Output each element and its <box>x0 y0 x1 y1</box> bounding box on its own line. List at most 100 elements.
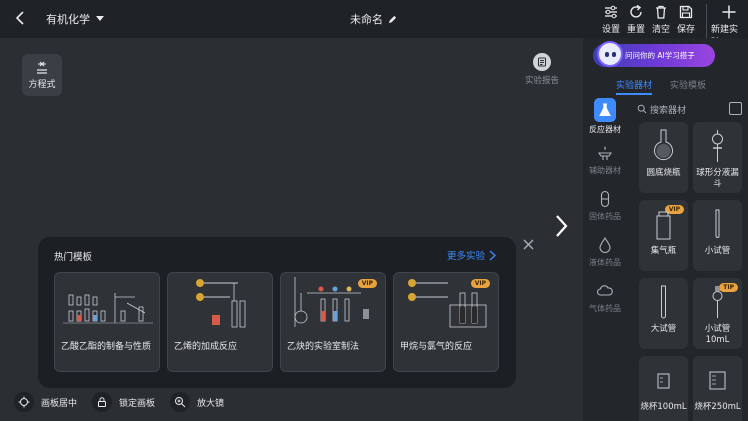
item-name: 圆底烧瓶 <box>646 168 681 178</box>
item-name: 大试管 <box>650 324 677 334</box>
chevron-right-small-icon <box>489 249 496 261</box>
template-card-ethyl-acetate[interactable]: 乙酸乙酯的制备与性质 <box>54 272 160 372</box>
item-small-test-tube[interactable]: 小试管 <box>693 200 742 271</box>
template-card-label: 甲烷与氯气的反应 <box>400 342 473 352</box>
refresh-icon <box>630 4 642 18</box>
experiment-title[interactable]: 未命名 <box>350 11 397 27</box>
equation-icon <box>37 61 47 74</box>
category-label: 固体药品 <box>589 212 621 221</box>
more-experiments-label: 更多实验 <box>446 251 485 262</box>
category-label: 液体药品 <box>589 258 621 267</box>
tab-equipment[interactable]: 实验器材 <box>616 78 653 95</box>
settings-label: 设置 <box>601 25 620 35</box>
plus-icon <box>722 5 735 19</box>
lock-canvas-button[interactable]: 锁定画板 <box>92 392 155 412</box>
item-large-test-tube[interactable]: 大试管 <box>639 278 688 349</box>
capsule-icon <box>600 190 610 208</box>
experiment-report-button[interactable]: 实验报告 <box>522 53 562 86</box>
item-name: 小试管 <box>704 246 731 256</box>
clear-button[interactable]: 清空 <box>650 4 672 35</box>
ai-assistant-banner[interactable]: 问问你的 AI学习搭子 <box>593 41 715 67</box>
flask-icon <box>594 98 616 122</box>
ai-banner-label: 问问你的 AI学习搭子 <box>625 51 695 60</box>
item-name: 集气瓶 <box>650 246 677 256</box>
lock-icon <box>92 392 112 412</box>
save-label: 保存 <box>676 25 695 35</box>
equipment-search[interactable]: 搜索器材 <box>637 101 729 117</box>
equation-label: 方程式 <box>28 79 56 90</box>
magnifier-button[interactable]: 放大镜 <box>170 392 224 412</box>
hot-templates-heading: 热门模板 <box>54 252 93 263</box>
subject-label: 有机化学 <box>46 13 90 26</box>
keyboard-icon[interactable] <box>729 102 742 115</box>
test-tube-icon <box>715 209 720 238</box>
caret-down-icon <box>96 16 104 21</box>
reset-button[interactable]: 重置 <box>625 4 647 35</box>
drop-icon <box>599 236 611 253</box>
save-icon <box>679 5 693 19</box>
item-name: 烧杯250mL <box>694 402 741 412</box>
template-card-label: 乙烯的加成反应 <box>174 342 238 352</box>
category-solid-reagents[interactable]: 固体药品 <box>583 190 627 222</box>
template-card-acetylene[interactable]: VIP 乙炔的实验室制法 <box>280 272 386 372</box>
item-gas-jar[interactable]: VIP 集气瓶 <box>639 200 688 271</box>
subject-selector[interactable]: 有机化学 <box>46 11 104 27</box>
title-label: 未命名 <box>350 13 383 26</box>
magnifier-label: 放大镜 <box>197 398 225 409</box>
close-icon[interactable] <box>522 238 535 251</box>
trash-icon <box>656 5 666 19</box>
equation-button[interactable]: 方程式 <box>22 54 62 96</box>
apparatus-thumbnail <box>63 293 153 324</box>
category-auxiliary-equipment[interactable]: 辅助器材 <box>583 144 627 176</box>
crosshair-icon <box>14 392 34 412</box>
beaker-icon <box>657 373 670 389</box>
tab-templates[interactable]: 实验模板 <box>670 78 706 91</box>
robot-icon <box>597 41 623 67</box>
reset-label: 重置 <box>626 25 645 35</box>
pencil-icon[interactable] <box>388 15 397 24</box>
separatory-funnel-icon <box>712 130 723 162</box>
lock-canvas-label: 锁定画板 <box>119 398 156 409</box>
top-bar: 有机化学 未命名 设置 重置 清空 保存 新建实验 <box>0 0 748 48</box>
search-icon <box>637 104 647 114</box>
beaker-icon <box>709 371 726 390</box>
apparatus-thumbnail <box>294 277 369 327</box>
center-canvas-button[interactable]: 画板居中 <box>14 392 77 412</box>
test-tube-icon <box>661 285 666 319</box>
more-experiments-link[interactable]: 更多实验 <box>447 248 496 262</box>
category-gas-reagents[interactable]: 气体药品 <box>583 282 627 314</box>
category-reaction-equipment[interactable]: 反应器材 <box>583 98 627 135</box>
apparatus-thumbnail <box>196 279 246 328</box>
cloud-icon <box>597 285 613 296</box>
round-flask-icon <box>654 129 673 161</box>
category-label: 辅助器材 <box>589 166 621 175</box>
item-name: 球形分液漏斗 <box>696 168 739 189</box>
apparatus-thumbnail <box>408 279 487 328</box>
equipment-panel: 问问你的 AI学习搭子 实验器材 实验模板 反应器材 辅助器材 固体药品 液体药… <box>583 38 748 421</box>
template-card-ethylene[interactable]: 乙烯的加成反应 <box>167 272 273 372</box>
category-liquid-reagents[interactable]: 液体药品 <box>583 236 627 268</box>
item-beaker-250ml[interactable]: 烧杯250mL <box>693 356 742 421</box>
sliders-icon <box>605 5 617 19</box>
item-small-test-tube-10ml[interactable]: TIP 小试管10mL <box>693 278 742 349</box>
chevron-right-icon[interactable] <box>553 213 571 239</box>
item-round-bottom-flask[interactable]: 圆底烧瓶 <box>639 122 688 193</box>
stoppered-tube-icon <box>712 286 723 318</box>
item-beaker-100ml[interactable]: 烧杯100mL <box>639 356 688 421</box>
template-card-label: 乙炔的实验室制法 <box>287 342 360 352</box>
settings-button[interactable]: 设置 <box>600 4 622 35</box>
item-name: 烧杯100mL <box>640 402 687 412</box>
center-canvas-label: 画板居中 <box>41 398 78 409</box>
template-card-label: 乙酸乙酯的制备与性质 <box>61 342 152 352</box>
save-button[interactable]: 保存 <box>675 4 697 35</box>
zoom-in-icon <box>170 392 190 412</box>
item-name: 小试管10mL <box>704 324 731 345</box>
template-card-methane-chlorine[interactable]: VIP 甲烷与氯气的反应 <box>393 272 499 372</box>
item-separatory-funnel[interactable]: 球形分液漏斗 <box>693 122 742 193</box>
gas-jar-icon <box>656 211 671 240</box>
clear-label: 清空 <box>651 25 670 35</box>
report-label: 实验报告 <box>524 76 559 86</box>
report-icon <box>533 53 551 71</box>
burner-icon <box>597 146 613 160</box>
back-arrow-icon[interactable] <box>12 9 30 27</box>
